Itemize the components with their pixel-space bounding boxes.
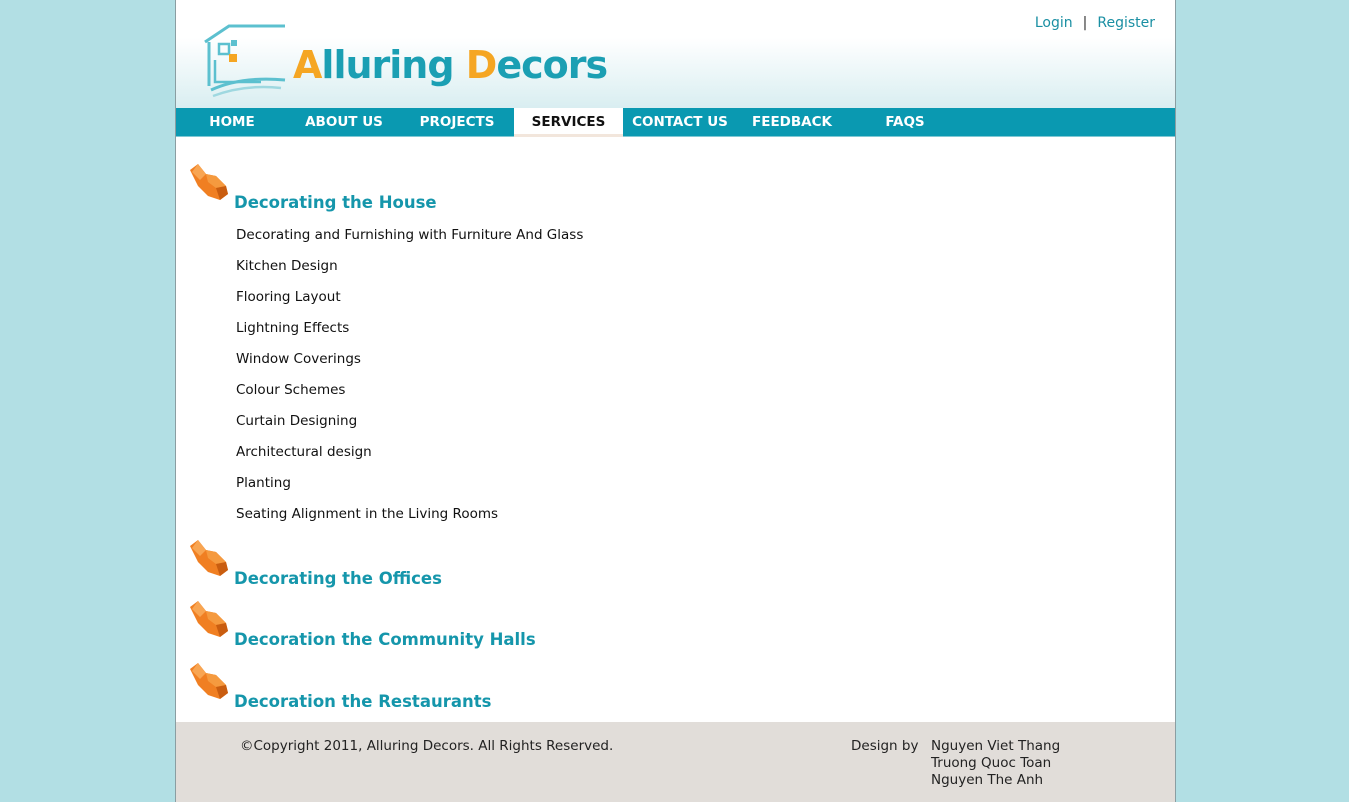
chair-icon bbox=[190, 663, 228, 699]
list-item[interactable]: Colour Schemes bbox=[236, 380, 583, 411]
link-separator: | bbox=[1082, 15, 1088, 31]
account-links: Login | Register bbox=[1035, 15, 1155, 31]
nav-projects[interactable]: PROJECTS bbox=[402, 108, 512, 137]
design-by-label: Design by bbox=[851, 738, 919, 754]
nav-home[interactable]: HOME bbox=[176, 108, 288, 137]
header: Alluring Decors Login | Register bbox=[176, 0, 1175, 108]
nav-services[interactable]: SERVICES bbox=[514, 108, 623, 137]
site-logo[interactable]: Alluring Decors bbox=[201, 20, 608, 100]
nav-about-us[interactable]: ABOUT US bbox=[288, 108, 400, 137]
copyright-text: ©Copyright 2011, Alluring Decors. All Ri… bbox=[240, 738, 614, 754]
nav-feedback[interactable]: FEEDBACK bbox=[737, 108, 847, 137]
site-logo-text: Alluring Decors bbox=[293, 43, 608, 87]
list-item[interactable]: Lightning Effects bbox=[236, 318, 583, 349]
footer: ©Copyright 2011, Alluring Decors. All Ri… bbox=[176, 722, 1175, 802]
section-title-restaurants[interactable]: Decoration the Restaurants bbox=[234, 692, 491, 711]
chair-icon bbox=[190, 164, 228, 200]
nav-contact-us[interactable]: CONTACT US bbox=[625, 108, 735, 137]
house-services-list: Decorating and Furnishing with Furniture… bbox=[236, 225, 583, 535]
list-item[interactable]: Window Coverings bbox=[236, 349, 583, 380]
register-link[interactable]: Register bbox=[1097, 15, 1155, 31]
page-container: Alluring Decors Login | Register HOME ABOU… bbox=[175, 0, 1176, 802]
list-item[interactable]: Seating Alignment in the Living Rooms bbox=[236, 504, 583, 535]
chair-icon bbox=[190, 601, 228, 637]
section-title-community-halls[interactable]: Decoration the Community Halls bbox=[234, 630, 536, 649]
house-logo-icon bbox=[204, 24, 286, 98]
list-item[interactable]: Planting bbox=[236, 473, 583, 504]
designer-name: Truong Quoc Toan bbox=[931, 755, 1052, 771]
list-item[interactable]: Curtain Designing bbox=[236, 411, 583, 442]
nav-faqs[interactable]: FAQS bbox=[850, 108, 960, 137]
list-item[interactable]: Architectural design bbox=[236, 442, 583, 473]
designer-name: Nguyen Viet Thang bbox=[931, 738, 1061, 754]
login-link[interactable]: Login bbox=[1035, 15, 1073, 31]
list-item[interactable]: Kitchen Design bbox=[236, 256, 583, 287]
designer-name: Nguyen The Anh bbox=[931, 772, 1044, 788]
section-title-house[interactable]: Decorating the House bbox=[234, 193, 437, 212]
section-title-offices[interactable]: Decorating the Offices bbox=[234, 569, 442, 588]
chair-icon bbox=[190, 540, 228, 576]
list-item[interactable]: Decorating and Furnishing with Furniture… bbox=[236, 225, 583, 256]
main-nav: HOME ABOUT US PROJECTS SERVICES CONTACT … bbox=[176, 108, 1175, 137]
designers-list: Nguyen Viet Thang Truong Quoc Toan Nguye… bbox=[931, 738, 1060, 789]
list-item[interactable]: Flooring Layout bbox=[236, 287, 583, 318]
